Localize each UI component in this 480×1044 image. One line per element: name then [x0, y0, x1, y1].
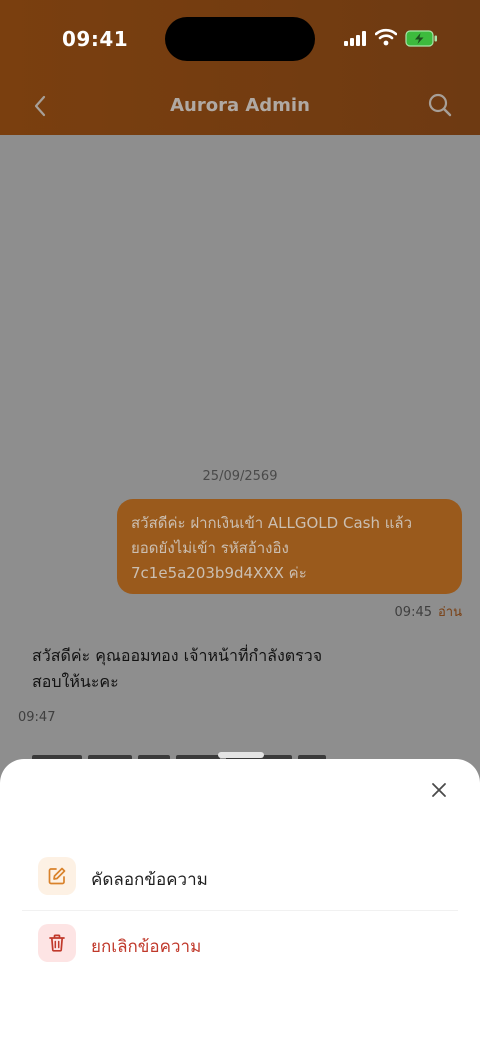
- chat-title: Aurora Admin: [170, 95, 310, 116]
- outgoing-message-line: 7c1e5a203b9d4XXX ค่ะ: [131, 564, 307, 582]
- sheet-grabber[interactable]: [218, 752, 264, 758]
- nav-bar: Aurora Admin: [0, 78, 480, 135]
- read-receipt: อ่าน: [438, 605, 462, 620]
- cancel-message-label: ยกเลิกข้อความ: [91, 937, 202, 957]
- search-icon: [428, 93, 452, 117]
- cellular-signal-icon: [344, 30, 368, 46]
- close-icon: [432, 783, 446, 797]
- outgoing-message-meta: 09:45 อ่าน: [395, 601, 462, 622]
- cancel-message-action[interactable]: ยกเลิกข้อความ: [0, 913, 480, 973]
- incoming-message[interactable]: สวัสดีค่ะ คุณออมทอง เจ้าหน้าที่กำลังตรวจ…: [32, 643, 362, 695]
- divider: [22, 910, 458, 911]
- incoming-message-time: 09:47: [18, 710, 56, 725]
- outgoing-message-bubble[interactable]: สวัสดีค่ะ ฝากเงินเข้า ALLGOLD Cash แล้ว …: [117, 499, 462, 594]
- status-bar: 09:41: [0, 0, 480, 78]
- battery-charging-icon: [405, 30, 437, 47]
- copy-message-action[interactable]: คัดลอกข้อความ: [0, 846, 480, 906]
- app-header: 09:41 Aurora Admin: [0, 0, 480, 135]
- incoming-message-line: สอบให้นะคะ: [32, 672, 119, 691]
- outgoing-message-line: ยอดยังไม่เข้า รหัสอ้างอิง: [131, 539, 289, 557]
- date-separator: 25/09/2569: [202, 469, 278, 484]
- outgoing-message-time: 09:45: [394, 605, 432, 620]
- trash-icon: [38, 924, 76, 962]
- search-button[interactable]: [426, 91, 454, 119]
- outgoing-message-line: สวัสดีค่ะ ฝากเงินเข้า ALLGOLD Cash แล้ว: [131, 514, 413, 532]
- wifi-icon: [375, 28, 397, 46]
- edit-icon: [38, 857, 76, 895]
- status-time: 09:41: [62, 27, 129, 51]
- incoming-message-line: สวัสดีค่ะ คุณออมทอง เจ้าหน้าที่กำลังตรวจ: [32, 646, 323, 665]
- message-actions-sheet: คัดลอกข้อความ ยกเลิกข้อความ: [0, 759, 480, 1044]
- copy-message-label: คัดลอกข้อความ: [91, 870, 208, 890]
- dynamic-island: [165, 17, 315, 61]
- close-button[interactable]: [428, 779, 450, 801]
